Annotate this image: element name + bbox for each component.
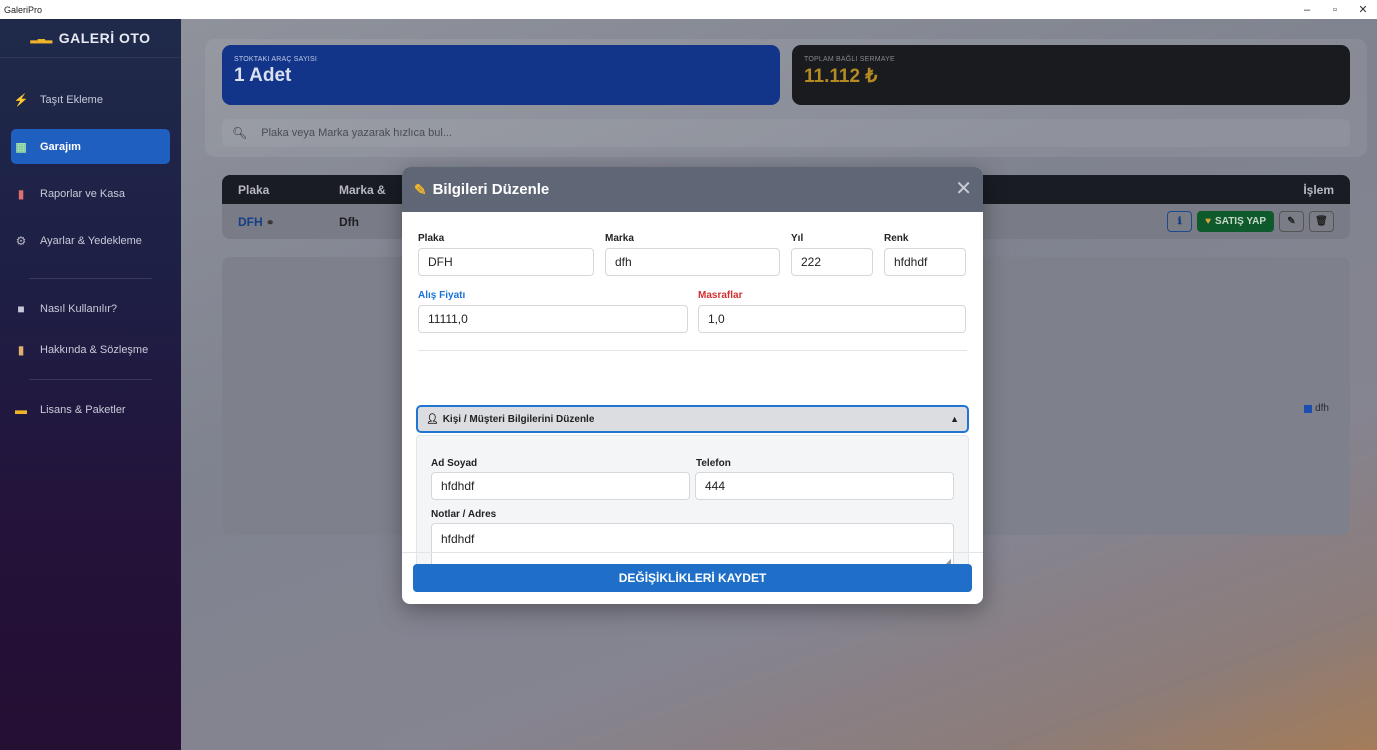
car-logo-icon: ▂▃▂ (30, 32, 53, 43)
sidebar-item-label: Hakkında & Sözleşme (40, 343, 149, 356)
trash-icon: 🗑︎ (1315, 216, 1328, 227)
search-bar[interactable]: 🔍︎ Plaka veya Marka yazarak hızlıca bul.… (222, 119, 1350, 147)
sidebar-item-label: Raporlar ve Kasa (40, 187, 125, 200)
info-button[interactable]: ℹ (1167, 211, 1193, 232)
stock-count-card: STOKTAKI ARAÇ SAYISI 1 Adet (222, 45, 780, 105)
sidebar-item-label: Ayarlar & Yedekleme (40, 234, 142, 247)
legend-label: dfh (1315, 403, 1329, 414)
purchase-price-label: Alış Fiyatı (418, 290, 466, 301)
bar-chart-icon: ▮ (17, 186, 25, 201)
expenses-label: Masraflar (698, 290, 743, 301)
stock-count-value: 1 Adet (234, 65, 292, 86)
name-label: Ad Soyad (431, 458, 478, 469)
book-icon: ■ (17, 301, 25, 316)
search-input[interactable]: Plaka veya Marka yazarak hızlıca bul... (261, 127, 452, 139)
row-plate[interactable]: DFH ⚭ (222, 215, 339, 229)
column-plate: Plaka (238, 182, 270, 197)
save-changes-button[interactable]: DEĞİŞİKLİKLERİ KAYDET (413, 564, 972, 592)
person-section-title: Kişi / Müşteri Bilgilerini Düzenle (442, 413, 595, 425)
notes-label: Notlar / Adres (431, 509, 497, 520)
plate-label: Plaka (418, 233, 445, 244)
capital-value: 11.112 ₺ (804, 66, 878, 87)
edit-modal: ✎ Bilgileri Düzenle ✕ Plaka Marka Yıl Re… (402, 167, 983, 604)
divider (29, 278, 152, 279)
sidebar-item-add-vehicle[interactable]: ⚡ Taşıt Ekleme (11, 82, 170, 117)
color-label: Renk (884, 233, 909, 244)
sidebar-item-label: Garajım (40, 140, 81, 153)
modal-header: ✎ Bilgileri Düzenle ✕ (402, 167, 983, 212)
notes-text: hfdhdf (441, 532, 475, 546)
legend-swatch (1304, 404, 1313, 413)
plate-input[interactable]: DFH (418, 248, 594, 276)
link-icon: ⚭ (266, 217, 275, 229)
pencil-icon: ✎ (414, 181, 427, 199)
divider (29, 379, 152, 380)
capital-card: TOPLAM BAĞLI SERMAYE 11.112 ₺ (792, 45, 1350, 105)
row-actions: ℹ ♥ SATIŞ YAP ✎ 🗑︎ (1167, 211, 1350, 232)
brand-input[interactable]: dfh (605, 248, 780, 276)
modal-title: Bilgileri Düzenle (432, 181, 550, 198)
sell-button-label: SATIŞ YAP (1215, 216, 1266, 227)
document-icon: ▮ (17, 342, 25, 357)
heart-icon: ♥ (1205, 216, 1212, 227)
phone-input[interactable]: 444 (695, 472, 954, 500)
window-controls: – ▫ ✕ (1293, 0, 1377, 19)
minimize-button[interactable]: – (1293, 4, 1321, 16)
lightning-icon: ⚡ (13, 92, 29, 107)
brand-label: Marka (605, 233, 634, 244)
divider (418, 350, 967, 351)
person-section-body: Ad Soyad Telefon hfdhdf 444 Notlar / Adr… (416, 435, 969, 580)
year-input[interactable]: 222 (791, 248, 873, 276)
chart-legend: dfh (1304, 403, 1329, 414)
expenses-input[interactable]: 1,0 (698, 305, 966, 333)
restore-button[interactable]: ▫ (1321, 4, 1349, 16)
info-icon: ℹ (1177, 216, 1182, 227)
sidebar-item-license[interactable]: ▬ Lisans & Paketler (11, 392, 170, 427)
sidebar-nav: ⚡ Taşıt Ekleme ▦ Garajım ▮ Raporlar ve K… (0, 58, 181, 427)
collapse-arrow-icon: ▲ (950, 414, 959, 424)
delete-button[interactable]: 🗑︎ (1309, 211, 1334, 232)
close-window-button[interactable]: ✕ (1349, 3, 1377, 16)
sidebar-item-how-to[interactable]: ■ Nasıl Kullanılır? (11, 291, 170, 326)
close-modal-button[interactable]: ✕ (955, 179, 972, 199)
sidebar-item-about[interactable]: ▮ Hakkında & Sözleşme (11, 332, 170, 367)
person-icon: 👤︎ (426, 413, 439, 425)
year-label: Yıl (791, 233, 804, 244)
column-action: İşlem (1303, 182, 1334, 197)
edit-button[interactable]: ✎ (1279, 211, 1304, 232)
gear-icon: ⚙ (15, 233, 27, 248)
brand: ▂▃▂ GALERİ OTO (0, 19, 181, 58)
stock-count-label: STOKTAKI ARAÇ SAYISI (234, 56, 317, 63)
search-icon: 🔍︎ (232, 126, 248, 140)
purchase-price-input[interactable]: 11111,0 (418, 305, 688, 333)
sidebar-item-label: Nasıl Kullanılır? (40, 302, 118, 315)
person-section-toggle[interactable]: 👤︎ Kişi / Müşteri Bilgilerini Düzenle ▲ (416, 405, 969, 433)
row-plate-text: DFH (238, 214, 263, 229)
name-input[interactable]: hfdhdf (431, 472, 690, 500)
sidebar-item-label: Lisans & Paketler (40, 403, 126, 416)
window-title: GaleriPro (4, 4, 43, 15)
pencil-icon: ✎ (1287, 216, 1296, 227)
sidebar: ▂▃▂ GALERİ OTO ⚡ Taşıt Ekleme ▦ Garajım … (0, 19, 181, 750)
brand-name: GALERİ OTO (58, 30, 151, 46)
notes-textarea[interactable]: hfdhdf ◢ (431, 523, 954, 568)
phone-label: Telefon (696, 458, 731, 469)
window-titlebar: GaleriPro – ▫ ✕ (0, 0, 1377, 19)
capital-label: TOPLAM BAĞLI SERMAYE (804, 56, 895, 63)
sidebar-item-label: Taşıt Ekleme (40, 93, 103, 106)
sidebar-item-settings[interactable]: ⚙ Ayarlar & Yedekleme (11, 223, 170, 258)
credit-card-icon: ▬ (15, 402, 27, 417)
grid-icon: ▦ (15, 139, 27, 154)
sidebar-item-reports[interactable]: ▮ Raporlar ve Kasa (11, 176, 170, 211)
color-input[interactable]: hfdhdf (884, 248, 966, 276)
divider (402, 552, 983, 553)
sell-button[interactable]: ♥ SATIŞ YAP (1197, 211, 1274, 232)
sidebar-item-garage[interactable]: ▦ Garajım (11, 129, 170, 164)
